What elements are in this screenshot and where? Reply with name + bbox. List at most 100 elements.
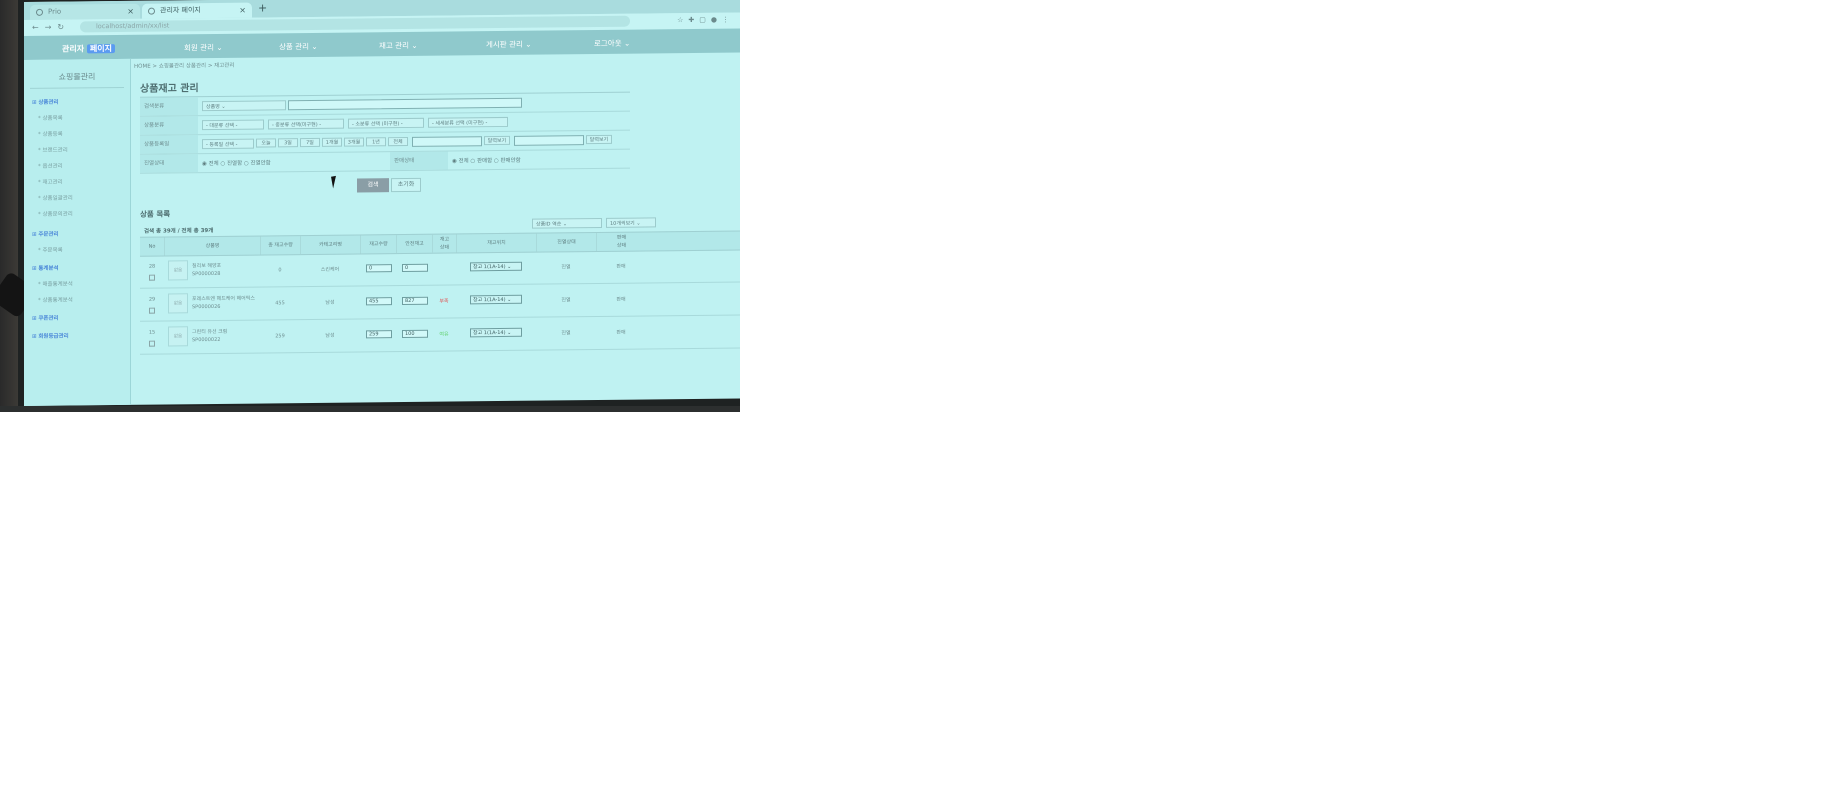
stock-input[interactable]: 455 bbox=[366, 297, 392, 306]
period-all-button[interactable]: 전체 bbox=[388, 136, 408, 147]
row-no: 28 bbox=[148, 263, 156, 270]
menu-stock[interactable]: 재고 관리 ⌄ bbox=[379, 40, 418, 51]
sell-status: 판매 bbox=[616, 263, 626, 270]
extensions-icon[interactable]: ☆✚▢●⋮ bbox=[677, 16, 734, 25]
sidebar-item-stats[interactable]: 통계분석 bbox=[32, 264, 58, 272]
radio-label: 전체 bbox=[208, 160, 219, 168]
display-status: 진열 bbox=[561, 297, 571, 304]
end-calendar-button[interactable]: 달력보기 bbox=[586, 134, 612, 145]
close-icon[interactable]: × bbox=[239, 3, 246, 18]
select-value: - 등록일 선택 - bbox=[206, 141, 238, 149]
keyword-select[interactable]: 상품명 ⌄ bbox=[202, 100, 286, 112]
sort-select[interactable]: 상품ID 역순 ⌄ bbox=[532, 217, 602, 229]
period-3m-button[interactable]: 3개월 bbox=[344, 137, 364, 147]
stock-input[interactable]: 0 bbox=[366, 264, 392, 273]
search-button[interactable]: 검색 bbox=[357, 178, 389, 193]
sell-status: 판매 bbox=[616, 329, 626, 336]
safety-stock-input[interactable]: 100 bbox=[402, 329, 428, 339]
sidebar-item-order[interactable]: 주문관리 bbox=[32, 230, 58, 238]
category-name: 남성 bbox=[325, 332, 335, 339]
category-select-4[interactable]: - 세세분류 선택 (미구현) - bbox=[428, 116, 508, 128]
menu-board[interactable]: 게시판 관리 ⌄ bbox=[486, 39, 532, 50]
stock-status bbox=[432, 252, 456, 284]
stock-status: 부족 bbox=[439, 298, 449, 305]
radio-label: 진열안함 bbox=[250, 160, 271, 167]
safety-stock-input[interactable]: 0 bbox=[402, 263, 428, 273]
product-name[interactable]: 그린티 유선 크림 SP0000022 bbox=[192, 328, 227, 344]
product-code: SP0000026 bbox=[192, 303, 221, 311]
category-select-1[interactable]: - 대분류 선택 - bbox=[202, 119, 264, 131]
back-forward-reload-icon[interactable]: ←→↻ bbox=[32, 23, 70, 32]
period-select[interactable]: - 등록일 선택 - bbox=[202, 138, 254, 150]
globe-icon bbox=[36, 8, 43, 16]
sidebar-item[interactable]: 재고관리 bbox=[38, 178, 63, 186]
category-select-3[interactable]: - 소분류 선택 (미구현) - bbox=[348, 117, 424, 129]
period-today-button[interactable]: 오늘 bbox=[256, 138, 276, 148]
brand-logo[interactable]: 관리자 페이지 bbox=[62, 43, 115, 55]
tab-inactive[interactable]: Prio × bbox=[30, 3, 140, 20]
row-checkbox[interactable] bbox=[149, 274, 155, 281]
new-tab-icon[interactable]: + bbox=[258, 1, 267, 14]
location-select[interactable]: 창고 1(1A-14) ⌄ bbox=[470, 327, 522, 338]
sidebar-item[interactable]: 브랜드관리 bbox=[38, 146, 68, 154]
location-select[interactable]: 창고 1(1A-14) ⌄ bbox=[470, 294, 522, 305]
row-number: 28 bbox=[140, 256, 164, 288]
sidebar-item[interactable]: 상품문의관리 bbox=[38, 209, 73, 217]
list-title: 상품 목록 bbox=[140, 209, 171, 219]
stock-input[interactable]: 259 bbox=[366, 330, 392, 339]
product-name[interactable]: 칠리보 해양포 SP0000028 bbox=[192, 262, 221, 278]
display-radio-group[interactable]: ◉ 전체 ○ 진열함 ○ 진열안함 bbox=[202, 158, 271, 167]
sidebar-item[interactable]: 상품일괄관리 bbox=[38, 193, 73, 201]
sidebar-item-coupon[interactable]: 쿠폰관리 bbox=[32, 314, 58, 322]
form-actions: 검색 초기화 bbox=[132, 175, 740, 197]
row-checkbox[interactable] bbox=[149, 307, 155, 314]
end-date-input[interactable] bbox=[514, 135, 584, 146]
column-header: 재고위치 bbox=[456, 233, 536, 253]
divider bbox=[30, 86, 124, 89]
sidebar-item[interactable]: 상품목록 bbox=[38, 114, 63, 122]
row-checkbox[interactable] bbox=[149, 340, 155, 347]
select-value: - 세세분류 선택 (미구현) - bbox=[432, 120, 488, 127]
brand-accent: 페이지 bbox=[86, 44, 115, 54]
column-header: 진열상태 bbox=[536, 233, 596, 252]
page-size-select[interactable]: 10개씩보기 ⌄ bbox=[606, 217, 656, 228]
sidebar-item[interactable]: 주문목록 bbox=[38, 246, 63, 254]
sidebar-item[interactable]: 상품통계분석 bbox=[38, 295, 73, 303]
sidebar-item-product[interactable]: 상품관리 bbox=[32, 98, 58, 106]
display-status: 진열 bbox=[561, 264, 571, 271]
column-header: 카테고리명 bbox=[300, 235, 360, 255]
period-7d-button[interactable]: 7일 bbox=[300, 137, 320, 148]
keyword-input[interactable] bbox=[288, 97, 522, 111]
select-value: 창고 1(1A-14) bbox=[473, 296, 506, 304]
close-icon[interactable]: × bbox=[127, 4, 134, 19]
select-value: - 중분류 선택(미구현) - bbox=[272, 121, 322, 129]
menu-logout[interactable]: 로그아웃 ⌄ bbox=[594, 38, 630, 49]
period-1y-button[interactable]: 1년 bbox=[366, 137, 386, 147]
period-3d-button[interactable]: 3일 bbox=[278, 138, 298, 148]
sell-radio-group[interactable]: ◉ 전체 ○ 판매함 ○ 판매안함 bbox=[452, 156, 521, 165]
main-content: HOME > 쇼핑몰관리 상품관리 > 재고관리 상품재고 관리 검색분류 상품… bbox=[132, 53, 740, 405]
menu-product[interactable]: 상품 관리 ⌄ bbox=[279, 41, 318, 52]
breadcrumb: HOME > 쇼핑몰관리 상품관리 > 재고관리 bbox=[134, 62, 235, 70]
location-select[interactable]: 창고 1(1A-14) ⌄ bbox=[470, 261, 522, 272]
sidebar-item[interactable]: 상품등록 bbox=[38, 130, 63, 138]
sidebar-item[interactable]: 옵션관리 bbox=[38, 162, 63, 170]
menu-member[interactable]: 회원 관리 ⌄ bbox=[184, 42, 223, 53]
column-header: 안전재고 bbox=[396, 234, 432, 254]
sidebar: 쇼핑몰관리 상품관리 상품목록 상품등록 브랜드관리 옵션관리 재고관리 상품일… bbox=[24, 58, 131, 406]
safety-stock-input[interactable]: 827 bbox=[402, 296, 428, 306]
total-stock: 0 bbox=[278, 267, 282, 274]
product-code: SP0000028 bbox=[192, 270, 221, 278]
period-1m-button[interactable]: 1개월 bbox=[322, 137, 342, 147]
sidebar-item-grade[interactable]: 회원등급관리 bbox=[32, 332, 68, 340]
category-select-2[interactable]: - 중분류 선택(미구현) - bbox=[268, 118, 344, 130]
start-date-input[interactable] bbox=[412, 136, 482, 147]
category-name: 스킨케어 bbox=[320, 266, 340, 273]
reset-button[interactable]: 초기화 bbox=[391, 177, 421, 193]
start-calendar-button[interactable]: 달력보기 bbox=[484, 135, 510, 146]
sidebar-item[interactable]: 매출통계분석 bbox=[38, 279, 73, 287]
product-name[interactable]: 포레스트엔 헤드케어 헤어픽스 SP0000026 bbox=[192, 295, 255, 312]
radio-label: 판매안함 bbox=[500, 157, 521, 165]
select-value: 10개씩보기 bbox=[610, 220, 635, 227]
tab-active[interactable]: 관리자 페이지 × bbox=[142, 2, 252, 19]
